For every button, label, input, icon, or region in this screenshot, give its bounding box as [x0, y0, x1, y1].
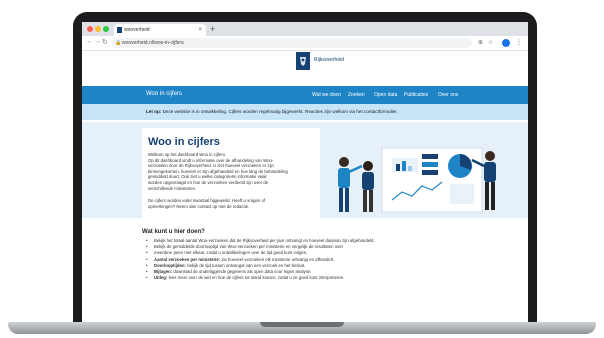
zoom-icon[interactable]: ⊕ [478, 39, 483, 46]
logo-text: Rijksoverheid [314, 57, 345, 63]
lock-icon: 🔒 [115, 40, 122, 46]
close-window-icon[interactable] [87, 26, 93, 32]
minimize-window-icon[interactable] [95, 26, 101, 32]
browser-tab-bar: wooverheid × + [82, 22, 528, 36]
reload-icon[interactable]: ↻ [102, 38, 108, 46]
notice-text: Deze website is in ontwikkeling. Cijfers… [162, 109, 398, 114]
nav-link-publicaties[interactable]: Publicaties [404, 92, 428, 98]
people-dashboard-illustration [338, 147, 496, 213]
tab-close-icon[interactable]: × [198, 24, 202, 36]
nav-link-open-data[interactable]: Open data [374, 92, 397, 98]
maximize-window-icon[interactable] [103, 26, 109, 32]
hero-paragraph-2: De cijfers worden ieder kwartaal bijgewe… [148, 198, 266, 209]
tab-title: wooverheid [124, 27, 150, 33]
laptop-screen: wooverheid × + ← → ↻ 🔒 wooverheid.nl/woo… [82, 22, 528, 322]
nav-site-title[interactable]: Woo in cijfers [146, 91, 182, 97]
section-title: Wat kunt u hier doen? [142, 229, 205, 235]
favicon-icon [117, 27, 122, 33]
nav-link-wat-we-doen[interactable]: Wat we doen [312, 92, 341, 98]
laptop-notch [260, 322, 344, 327]
nav-link-zoeken[interactable]: Zoeken [348, 92, 365, 98]
browser-tab[interactable]: wooverheid × [114, 24, 206, 36]
hero-paragraph-1: Welkom op het dashboard Woo in cijfers. … [148, 152, 288, 191]
notice-prefix: Let op: [146, 109, 162, 114]
hero-card: Woo in cijfers Welkom op het dashboard W… [142, 128, 320, 218]
forward-icon[interactable]: → [94, 38, 101, 45]
url-text: wooverheid.nl/woo-in-cijfers [122, 40, 184, 46]
notice-banner: Let op: Deze website is in ontwikkeling.… [82, 104, 528, 120]
address-bar-row: ← → ↻ 🔒 wooverheid.nl/woo-in-cijfers ⊕ ☆… [82, 36, 528, 51]
nav-link-over-ons[interactable]: Over ons [438, 92, 458, 98]
profile-avatar-icon[interactable] [502, 39, 510, 47]
main-navigation: Woo in cijfers Wat we doen Zoeken Open d… [82, 86, 528, 104]
menu-dots-icon[interactable]: ⋮ [516, 39, 522, 46]
rijksoverheid-logo-icon[interactable] [296, 52, 310, 70]
new-tab-button[interactable]: + [210, 22, 215, 36]
feature-list: Bekijk het totaal aantal Woo-verzoeken d… [146, 238, 506, 282]
bookmark-star-icon[interactable]: ☆ [488, 39, 493, 46]
back-icon[interactable]: ← [86, 38, 93, 45]
page-title: Woo in cijfers [148, 136, 220, 148]
list-item: Uitleg: lees meer over de wet en hoe de … [146, 275, 506, 281]
url-input[interactable]: 🔒 wooverheid.nl/woo-in-cijfers [112, 38, 472, 48]
